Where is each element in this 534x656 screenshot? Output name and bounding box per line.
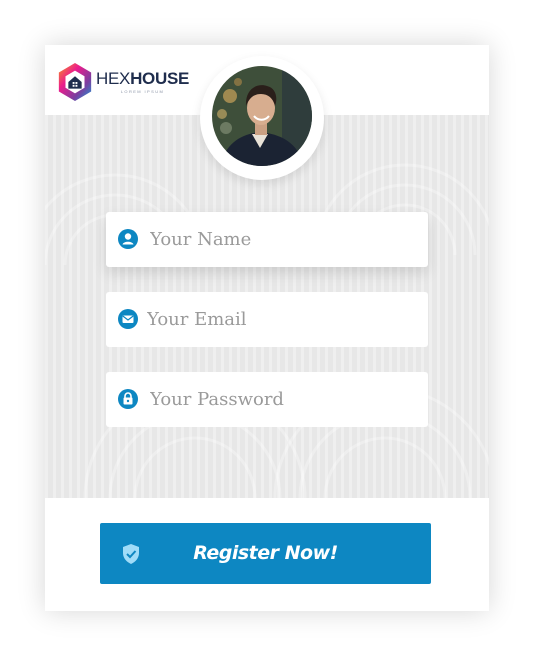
brand-tagline: LOREM IPSUM: [120, 89, 165, 94]
logo: HEXHOUSE LOREM IPSUM: [56, 62, 189, 102]
register-button-label: Register Now!: [193, 542, 338, 564]
lock-icon: [118, 389, 138, 409]
registration-card: HEXHOUSE LOREM IPSUM Your Name Your Emai…: [45, 45, 489, 611]
email-field[interactable]: [106, 292, 428, 347]
password-field[interactable]: [106, 372, 428, 427]
email-input[interactable]: [147, 292, 417, 347]
register-button[interactable]: Register Now!: [100, 523, 431, 584]
brand-name-bold: HOUSE: [130, 69, 190, 88]
avatar-frame: [200, 56, 324, 180]
password-input[interactable]: [150, 372, 420, 427]
avatar-photo: [212, 66, 312, 166]
envelope-icon: [118, 309, 138, 329]
user-icon: [118, 229, 138, 249]
hexhouse-logo-icon: [58, 63, 92, 101]
name-input[interactable]: [150, 212, 420, 267]
brand-name-light: HEX: [96, 69, 131, 88]
name-field[interactable]: [106, 212, 428, 267]
avatar[interactable]: [212, 66, 312, 166]
brand-name: HEXHOUSE: [96, 70, 189, 87]
